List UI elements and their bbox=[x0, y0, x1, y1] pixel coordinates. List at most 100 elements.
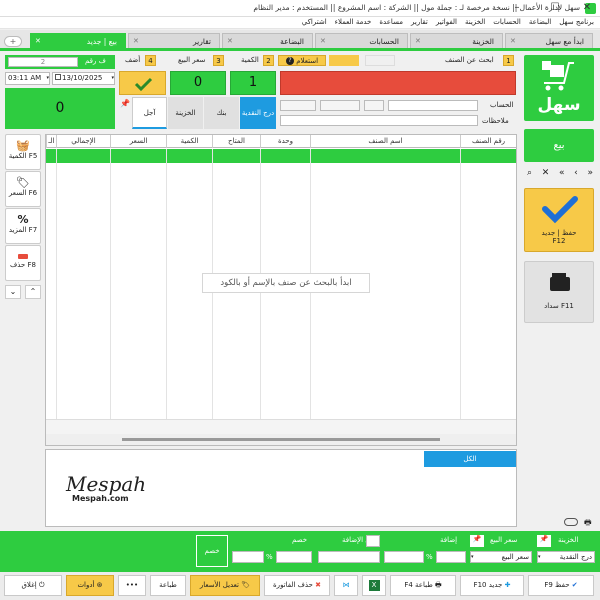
payment-bank[interactable]: بنك bbox=[204, 97, 239, 129]
barcode-print-button[interactable]: طباعة bbox=[150, 575, 186, 596]
discount-percent-field[interactable] bbox=[232, 551, 264, 563]
category-discount-button[interactable]: خصم الفئة bbox=[196, 535, 228, 585]
toggle-icon[interactable] bbox=[564, 518, 578, 526]
maximize-button[interactable]: ☐ bbox=[546, 1, 564, 15]
menu-item-4[interactable]: الفواتير bbox=[436, 18, 457, 26]
excel-button[interactable]: X bbox=[362, 575, 386, 596]
menu-item-6[interactable]: مساعدة bbox=[379, 18, 403, 26]
close-window-button[interactable]: ✕ bbox=[578, 1, 596, 15]
edit-prices-button[interactable]: 🏷 تعديل الأسعار bbox=[190, 575, 260, 596]
add-item-button[interactable] bbox=[119, 71, 166, 95]
sell-button[interactable]: بيع bbox=[524, 129, 594, 162]
addition-percent-field[interactable] bbox=[384, 551, 424, 563]
col-price[interactable]: السعر bbox=[110, 135, 166, 148]
price-type-select[interactable]: سعر البيع ▾ bbox=[470, 551, 532, 563]
menu-item-2[interactable]: الحسابات bbox=[493, 18, 521, 26]
payment-deferred[interactable]: آجل bbox=[132, 97, 167, 129]
close-tab-icon[interactable]: ✕ bbox=[415, 37, 421, 45]
tools-button[interactable]: ⊛ أدوات bbox=[66, 575, 114, 596]
pay-button[interactable]: سداد F11 bbox=[524, 261, 594, 323]
price-field[interactable]: 0 bbox=[170, 71, 226, 95]
close-tab-icon[interactable]: ✕ bbox=[227, 37, 233, 45]
save-new-button[interactable]: حفظ | جديد F12 bbox=[524, 188, 594, 252]
minimize-button[interactable]: – bbox=[508, 1, 526, 15]
col-available[interactable]: المتاح bbox=[212, 135, 260, 148]
close-tab-icon[interactable]: ✕ bbox=[510, 37, 516, 45]
window-title: سهل لإدارة الأعمال || نسخة مرخصة لـ : جم… bbox=[253, 3, 580, 12]
account-field-2[interactable] bbox=[320, 100, 360, 111]
tab-accounts[interactable]: الحسابات ✕ bbox=[315, 33, 408, 49]
menu-item-1[interactable]: البضاعة bbox=[529, 18, 551, 26]
delete-invoice-button[interactable]: ✖ حذف الفاتورة bbox=[264, 575, 330, 596]
tab-treasury[interactable]: الخزينة ✕ bbox=[410, 33, 503, 49]
close-tab-icon[interactable]: ✕ bbox=[133, 37, 139, 45]
price-button[interactable]: 🏷 السعر F6 bbox=[5, 171, 41, 207]
step-3-badge: 3 bbox=[213, 55, 224, 66]
print-button[interactable]: 🖶 طباعة F4 bbox=[390, 575, 456, 596]
summary-all-header[interactable]: الكل bbox=[424, 451, 516, 467]
menu-item-7[interactable]: خدمة العملاء bbox=[335, 18, 372, 26]
tab-reports[interactable]: تقارير ✕ bbox=[128, 33, 220, 49]
share-button[interactable]: ⋈ bbox=[334, 575, 358, 596]
time-field[interactable]: 03:11 AM ▾ bbox=[5, 72, 50, 85]
menu-item-3[interactable]: الخزينة bbox=[465, 18, 485, 26]
price-value: 0 bbox=[193, 75, 203, 90]
col-item-code[interactable]: رقم الصنف bbox=[460, 135, 516, 148]
bottom-action-bar: ✔ حفظ F9 ✚ جديد F10 🖶 طباعة F4 X ⋈ ✖ حذف… bbox=[0, 572, 600, 600]
pin-icon[interactable]: 📌 bbox=[120, 99, 130, 108]
checkbox-icon[interactable] bbox=[55, 74, 61, 80]
notes-field[interactable] bbox=[280, 115, 478, 126]
close-tab-icon[interactable]: ✕ bbox=[35, 37, 41, 45]
addition-field[interactable] bbox=[436, 551, 466, 563]
tab-goods[interactable]: البضاعة ✕ bbox=[222, 33, 313, 49]
date-field[interactable]: 13/10/2025 ▾ bbox=[52, 72, 115, 85]
barcode-field[interactable] bbox=[365, 55, 395, 66]
printer-icon[interactable]: 🖶 bbox=[584, 517, 592, 531]
treasury-pin-icon[interactable]: 📌 bbox=[537, 535, 551, 547]
horizontal-scrollbar[interactable] bbox=[46, 434, 516, 445]
selected-row[interactable] bbox=[46, 149, 516, 163]
tab-sale-new[interactable]: بيع | جديد ✕ bbox=[30, 33, 126, 49]
delete-button[interactable]: حذف F8 bbox=[5, 245, 41, 281]
discount-field[interactable] bbox=[276, 551, 312, 563]
first-icon[interactable]: » bbox=[587, 168, 593, 180]
move-down-button[interactable]: ⌄ bbox=[5, 285, 21, 299]
new-button[interactable]: ✚ جديد F10 bbox=[460, 575, 524, 596]
x-icon: ✖ bbox=[315, 581, 321, 589]
account-field[interactable] bbox=[388, 100, 478, 111]
prev-icon[interactable]: « bbox=[559, 168, 565, 180]
treasury-select[interactable]: درج النقدية ▾ bbox=[537, 551, 595, 563]
next-icon[interactable]: ‹ bbox=[574, 168, 578, 180]
menu-item-0[interactable]: برنامج سهل bbox=[559, 18, 594, 26]
scroll-thumb[interactable] bbox=[122, 438, 440, 441]
col-item-name[interactable]: اسم الصنف bbox=[310, 135, 460, 148]
new-tab-button[interactable]: + bbox=[4, 36, 22, 47]
item-search-field[interactable] bbox=[280, 71, 516, 95]
col-quantity[interactable]: الكمية bbox=[166, 135, 212, 148]
addition-type-select[interactable] bbox=[366, 535, 380, 547]
col-total[interactable]: الإجمالي bbox=[56, 135, 110, 148]
last-icon[interactable]: ✕ bbox=[542, 168, 550, 180]
col-unit[interactable]: وحدة bbox=[260, 135, 310, 148]
payment-treasury[interactable]: الخزينة bbox=[168, 97, 203, 129]
search-icon[interactable]: ⌕ bbox=[527, 168, 532, 180]
col-extra[interactable]: الـ bbox=[46, 135, 56, 148]
tab-start[interactable]: ابدأ مع سهل ✕ bbox=[505, 33, 593, 49]
quantity-button[interactable]: 🧺 الكمية F5 bbox=[5, 134, 41, 170]
close-button[interactable]: ⏻ إغلاق bbox=[4, 575, 62, 596]
quantity-field[interactable]: 1 bbox=[230, 71, 276, 95]
addition-type-field[interactable] bbox=[318, 551, 380, 563]
close-tab-icon[interactable]: ✕ bbox=[320, 37, 326, 45]
more-options-button[interactable]: ••• bbox=[118, 575, 146, 596]
move-up-button[interactable]: ⌃ bbox=[25, 285, 41, 299]
save-button[interactable]: ✔ حفظ F9 bbox=[528, 575, 594, 596]
menu-item-5[interactable]: تقارير bbox=[411, 18, 428, 26]
more-button[interactable]: % المزيد F7 bbox=[5, 208, 41, 244]
payment-drawer[interactable]: درج النقدية bbox=[240, 97, 276, 129]
account-field-3[interactable] bbox=[364, 100, 384, 111]
inquiry-button[interactable]: ? استعلام bbox=[278, 55, 326, 66]
account-field-1[interactable] bbox=[280, 100, 316, 111]
price-pin-icon[interactable]: 📌 bbox=[470, 535, 484, 547]
invoice-number-field[interactable]: 2 bbox=[8, 57, 78, 67]
menu-item-8[interactable]: اشتراكي bbox=[302, 18, 327, 26]
